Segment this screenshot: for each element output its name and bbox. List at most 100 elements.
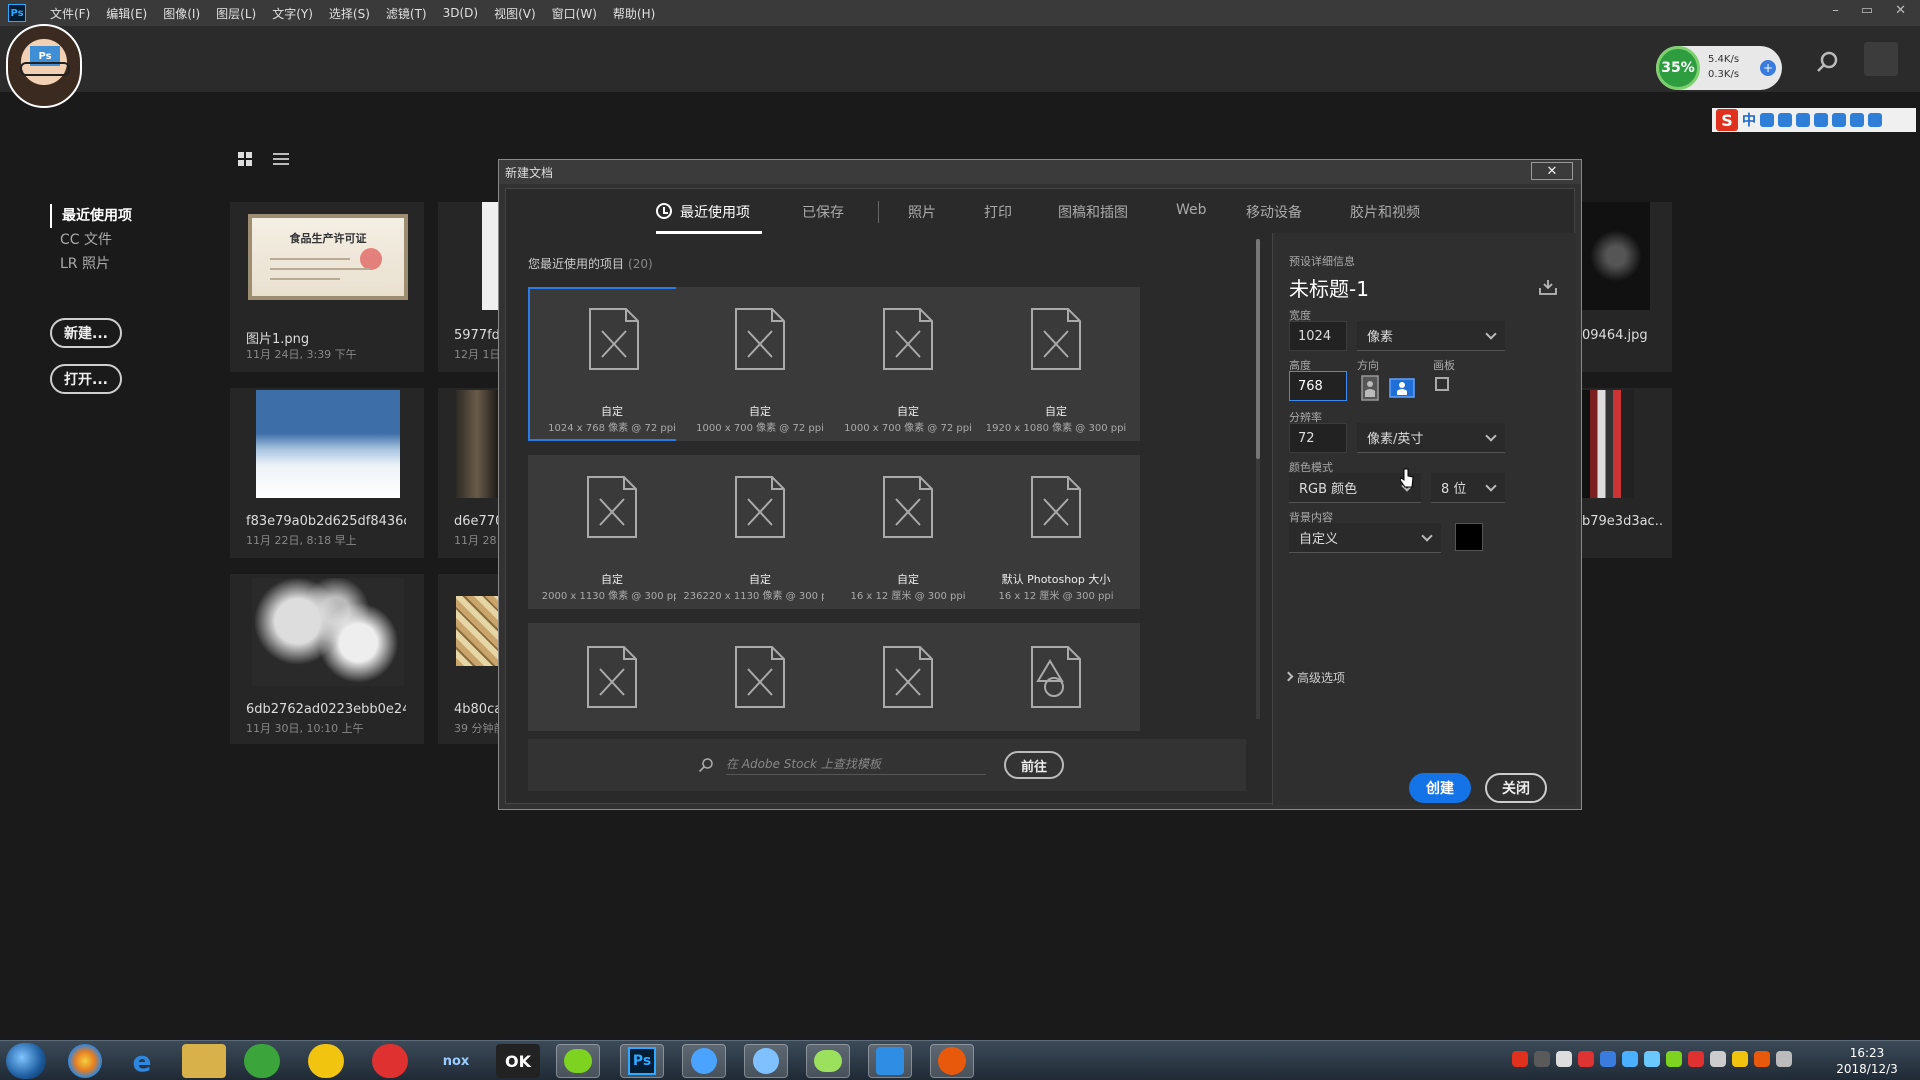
close-button[interactable]: 关闭 — [1485, 773, 1547, 803]
ime-language-toggle[interactable]: 中 — [1742, 110, 1756, 130]
recent-file-card[interactable]: 4b80ca 39 分钟前 — [438, 574, 498, 744]
new-file-button[interactable]: 新建... — [50, 318, 122, 348]
bit-depth-select[interactable]: 8 位 — [1431, 473, 1505, 503]
preset-card[interactable]: 自定 1024 x 768 像素 @ 72 ppi — [528, 287, 696, 441]
menu-help[interactable]: 帮助(H) — [605, 5, 663, 22]
create-button[interactable]: 创建 — [1409, 773, 1471, 803]
tray-icon[interactable] — [1688, 1051, 1704, 1067]
nav-cc-files[interactable]: CC 文件 — [50, 228, 132, 252]
tray-icon[interactable] — [1578, 1051, 1594, 1067]
ime-skin-icon[interactable] — [1850, 113, 1864, 127]
tab-mobile[interactable]: 移动设备 — [1246, 202, 1302, 222]
qq-icon[interactable] — [744, 1044, 788, 1078]
wechat-work-icon[interactable] — [806, 1044, 850, 1078]
tab-film-video[interactable]: 胶片和视频 — [1350, 202, 1420, 222]
recent-file-card[interactable]: 5977fdl 12月 1日 — [438, 202, 498, 372]
preset-card[interactable] — [972, 623, 1140, 731]
save-preset-icon[interactable] — [1538, 279, 1558, 295]
menu-image[interactable]: 图像(I) — [155, 5, 208, 22]
preset-card[interactable]: 自定 2000 x 1130 像素 @ 300 ppi — [528, 455, 696, 609]
netease-music-icon[interactable] — [372, 1044, 408, 1078]
tab-saved[interactable]: 已保存 — [802, 202, 844, 222]
tray-icon[interactable] — [1534, 1051, 1550, 1067]
recent-file-card[interactable]: d6e770 11月 28日 — [438, 388, 498, 558]
ime-user-icon[interactable] — [1832, 113, 1846, 127]
network-speed-widget[interactable]: 35% 5.4K/s 0.3K/s + — [1656, 46, 1782, 90]
user-avatar[interactable]: Ps — [6, 24, 82, 108]
menu-3d[interactable]: 3D(D) — [435, 6, 486, 20]
internet-explorer-icon[interactable]: e — [120, 1044, 164, 1078]
taskbar-green-app-icon[interactable] — [244, 1044, 280, 1078]
menu-file[interactable]: 文件(F) — [42, 5, 98, 22]
preset-card[interactable]: 自定 16 x 12 厘米 @ 300 ppi — [824, 455, 992, 609]
boost-plus-icon[interactable]: + — [1760, 60, 1776, 76]
sogou-ime-icon[interactable]: S — [1716, 109, 1738, 131]
tray-icon[interactable] — [1600, 1051, 1616, 1067]
width-input[interactable]: 1024 — [1289, 321, 1347, 351]
advanced-options-toggle[interactable]: 高级选项 — [1297, 669, 1345, 686]
stock-go-button[interactable]: 前往 — [1004, 751, 1064, 779]
ime-voice-icon[interactable] — [1796, 113, 1810, 127]
portrait-orientation-icon[interactable] — [1357, 375, 1383, 401]
tab-web[interactable]: Web — [1176, 202, 1207, 218]
recent-file-card[interactable]: f83e79a0b2d625df8436c8... 11月 22日, 8:18 … — [230, 388, 424, 558]
ime-toolbar[interactable]: S 中 — [1712, 108, 1916, 132]
open-file-button[interactable]: 打开... — [50, 364, 122, 394]
taskbar-yellow-app-icon[interactable] — [308, 1044, 344, 1078]
tray-icon[interactable] — [1666, 1051, 1682, 1067]
preset-card[interactable]: 自定 236220 x 1130 像素 @ 300 ppi — [676, 455, 844, 609]
account-square-icon[interactable] — [1864, 42, 1898, 76]
nav-lr-photos[interactable]: LR 照片 — [50, 252, 132, 276]
preset-card[interactable]: 自定 1000 x 700 像素 @ 72 ppi — [824, 287, 992, 441]
volume-icon[interactable] — [1776, 1051, 1792, 1067]
background-color-swatch[interactable] — [1455, 523, 1483, 551]
artboard-checkbox[interactable] — [1435, 377, 1449, 391]
start-button[interactable] — [6, 1043, 46, 1079]
menu-filter[interactable]: 滤镜(T) — [378, 5, 435, 22]
background-select[interactable]: 自定义 — [1289, 523, 1441, 553]
menu-view[interactable]: 视图(V) — [486, 5, 544, 22]
tab-photo[interactable]: 照片 — [908, 202, 936, 222]
dialog-titlebar[interactable]: 新建文档 ✕ — [499, 160, 1581, 184]
recent-file-card[interactable]: 6db2762ad0223ebb0e24b... 11月 30日, 10:10 … — [230, 574, 424, 744]
nav-recent[interactable]: 最近使用项 — [50, 204, 132, 228]
wechat-icon[interactable] — [556, 1044, 600, 1078]
feishu-icon[interactable] — [682, 1044, 726, 1078]
restore-button[interactable]: ▭ — [1861, 3, 1873, 18]
width-unit-select[interactable]: 像素 — [1357, 321, 1505, 351]
landscape-orientation-icon[interactable] — [1389, 375, 1415, 401]
tray-icon[interactable] — [1622, 1051, 1638, 1067]
tray-icon[interactable] — [1556, 1051, 1572, 1067]
tab-art-illustration[interactable]: 图稿和插图 — [1058, 202, 1128, 222]
minimize-button[interactable]: – — [1832, 3, 1839, 18]
preset-card[interactable] — [676, 623, 844, 731]
preset-card[interactable]: 默认 Photoshop 大小 16 x 12 厘米 @ 300 ppi — [972, 455, 1140, 609]
preset-scrollbar-thumb[interactable] — [1256, 239, 1260, 459]
menu-select[interactable]: 选择(S) — [321, 5, 378, 22]
document-name-field[interactable]: 未标题-1 — [1289, 273, 1369, 302]
stock-search-input[interactable] — [726, 753, 986, 775]
menu-edit[interactable]: 编辑(E) — [98, 5, 155, 22]
ime-punct-icon[interactable] — [1760, 113, 1774, 127]
tab-print[interactable]: 打印 — [984, 202, 1012, 222]
grid-view-icon[interactable] — [238, 152, 252, 166]
recent-file-card[interactable]: b79e3d3ac... — [1582, 388, 1672, 558]
height-input[interactable]: 768 — [1289, 371, 1347, 401]
preset-card[interactable]: 自定 1000 x 700 像素 @ 72 ppi — [676, 287, 844, 441]
file-explorer-icon[interactable] — [182, 1044, 226, 1078]
search-icon[interactable] — [1816, 50, 1840, 74]
taskbar-clock[interactable]: 16:23 2018/12/3 — [1830, 1045, 1904, 1077]
recent-file-card[interactable]: 09464.jpg — [1582, 202, 1672, 372]
recent-file-card[interactable]: 食品生产许可证 图片1.png 11月 24日, 3:39 下午 — [230, 202, 424, 372]
chevron-right-icon[interactable] — [1283, 671, 1294, 682]
sogou-tray-icon[interactable] — [1512, 1051, 1528, 1067]
ime-emoji-icon[interactable] — [1778, 113, 1792, 127]
close-window-button[interactable]: ✕ — [1895, 3, 1906, 18]
ime-tools-icon[interactable] — [1868, 113, 1882, 127]
tray-icon[interactable] — [1710, 1051, 1726, 1067]
tray-icon[interactable] — [1732, 1051, 1748, 1067]
taskbar-app-icon[interactable] — [68, 1044, 102, 1078]
menu-layer[interactable]: 图层(L) — [208, 5, 264, 22]
photoshop-taskbar-icon[interactable]: Ps — [620, 1044, 664, 1078]
ime-keyboard-icon[interactable] — [1814, 113, 1828, 127]
